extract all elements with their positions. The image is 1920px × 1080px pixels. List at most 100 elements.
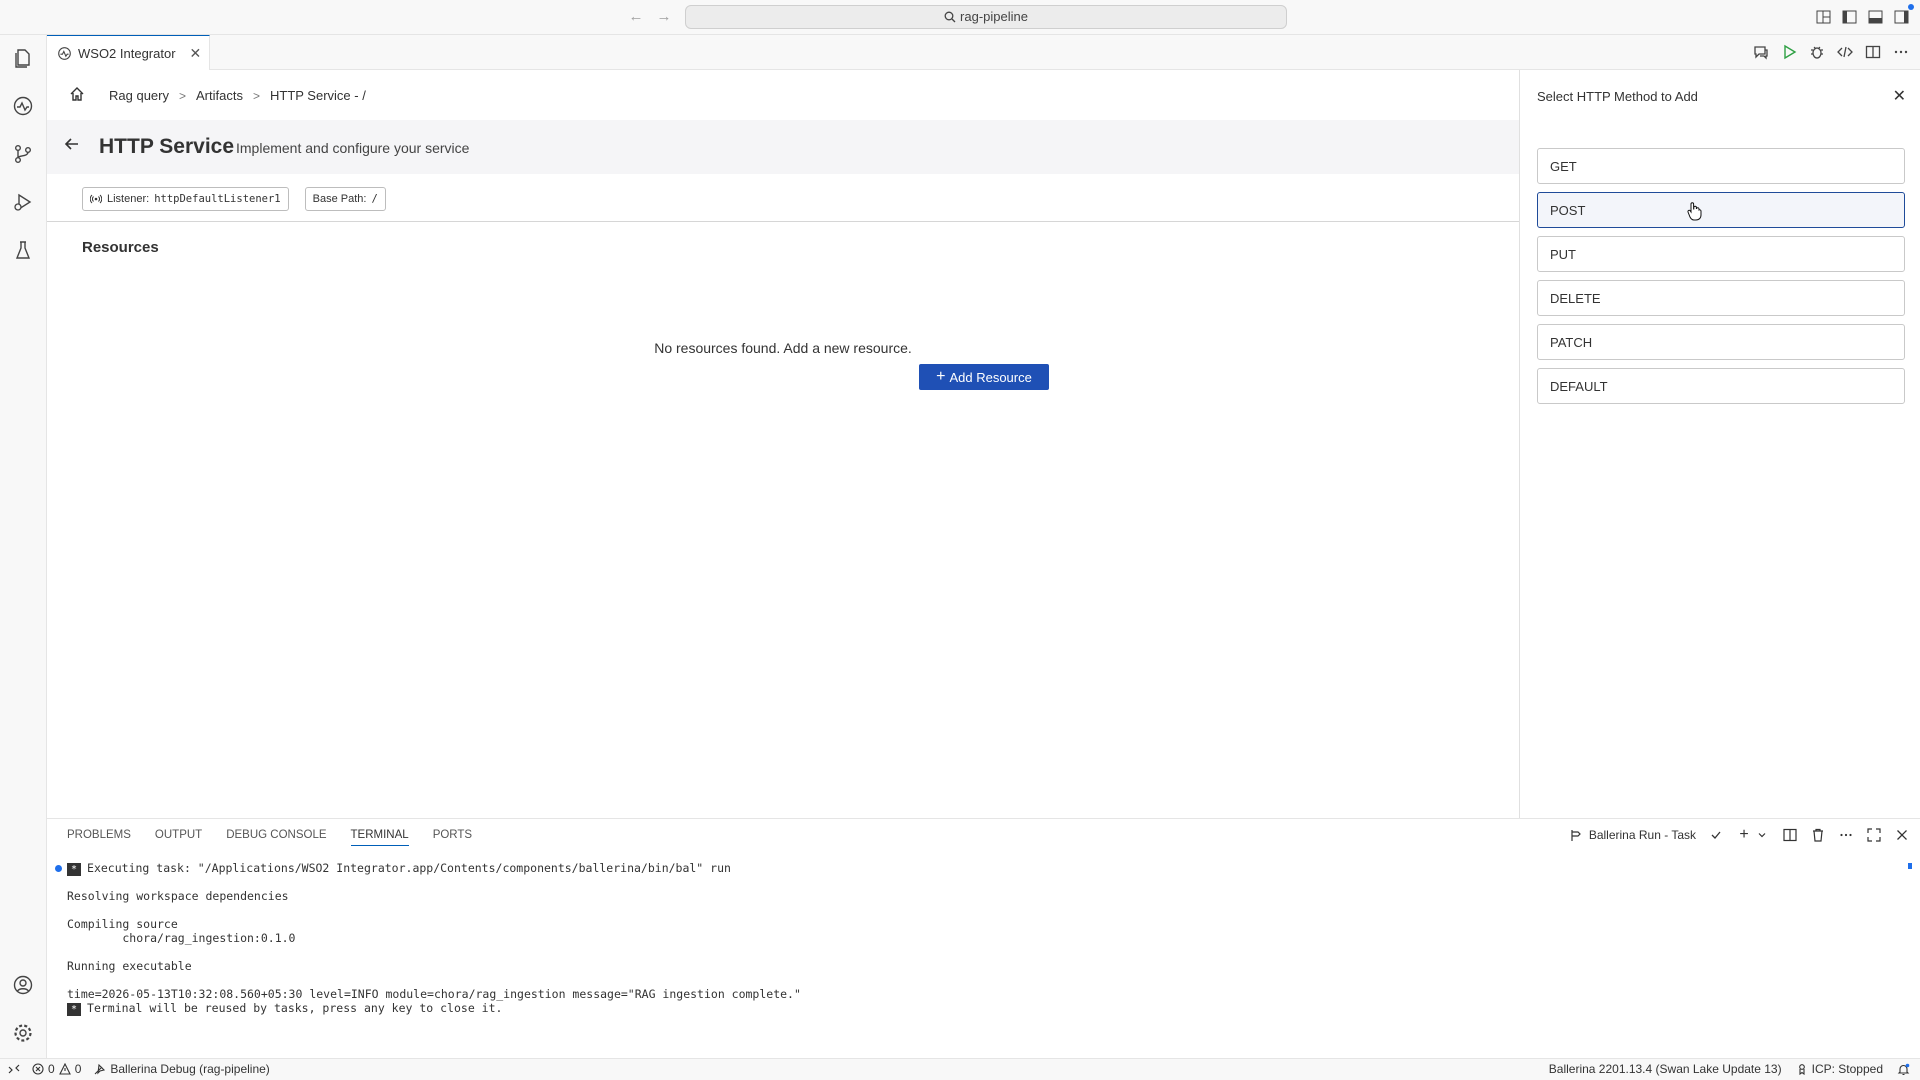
toggle-panel-icon[interactable] bbox=[1866, 8, 1884, 26]
integrator-tab-icon bbox=[58, 46, 71, 60]
toggle-primary-sidebar-icon[interactable] bbox=[1840, 8, 1858, 26]
terminal-line: Running executable bbox=[67, 959, 192, 973]
error-count: 0 bbox=[48, 1062, 55, 1076]
editor-tab-bar: WSO2 Integrator ✕ bbox=[47, 35, 1920, 70]
chevron-right-icon: > bbox=[252, 88, 260, 103]
divider bbox=[47, 221, 1519, 222]
base-path-label: Base Path: bbox=[312, 193, 367, 205]
chevron-down-icon[interactable] bbox=[1754, 827, 1770, 843]
tab-ports[interactable]: PORTS bbox=[433, 829, 472, 846]
terminal-line: Resolving workspace dependencies bbox=[67, 889, 289, 903]
service-header: HTTP Service Implement and configure you… bbox=[47, 120, 1519, 174]
split-terminal-icon[interactable] bbox=[1782, 827, 1798, 843]
method-label: POST bbox=[1550, 202, 1586, 218]
accounts-icon[interactable] bbox=[10, 972, 36, 998]
run-and-debug-icon[interactable] bbox=[10, 189, 36, 215]
integrator-icon[interactable] bbox=[10, 93, 36, 119]
method-patch-button[interactable]: PATCH bbox=[1537, 324, 1905, 360]
problems-status[interactable]: 0 0 bbox=[32, 1062, 81, 1076]
scrollbar-marker bbox=[1908, 863, 1912, 869]
chat-icon[interactable] bbox=[1752, 43, 1770, 61]
breadcrumb-http-service[interactable]: HTTP Service - / bbox=[270, 88, 366, 103]
method-label: DELETE bbox=[1550, 290, 1601, 306]
close-panel-icon[interactable] bbox=[1894, 827, 1910, 843]
hand-pointer-icon bbox=[1687, 202, 1702, 221]
debug-session-label: Ballerina Debug (rag-pipeline) bbox=[110, 1062, 270, 1076]
home-icon[interactable] bbox=[69, 86, 85, 105]
remote-indicator-icon[interactable] bbox=[8, 1063, 20, 1075]
method-post-button[interactable]: POST bbox=[1537, 192, 1905, 228]
breadcrumb-artifacts[interactable]: Artifacts bbox=[196, 88, 243, 103]
more-actions-icon[interactable] bbox=[1892, 43, 1910, 61]
explorer-icon[interactable] bbox=[10, 45, 36, 71]
tab-problems[interactable]: PROBLEMS bbox=[67, 829, 131, 846]
listener-value: httpDefaultListener1 bbox=[154, 193, 281, 205]
method-put-button[interactable]: PUT bbox=[1537, 236, 1905, 272]
toggle-secondary-sidebar-icon[interactable] bbox=[1892, 8, 1910, 26]
command-center-search[interactable]: rag-pipeline bbox=[685, 5, 1287, 29]
close-icon[interactable]: ✕ bbox=[1893, 86, 1906, 106]
back-arrow-icon[interactable] bbox=[63, 135, 83, 155]
method-get-button[interactable]: GET bbox=[1537, 148, 1905, 184]
terminal-line: Terminal will be reused by tasks, press … bbox=[87, 1001, 503, 1015]
forward-arrow-icon[interactable]: → bbox=[654, 8, 674, 26]
listener-icon bbox=[90, 194, 102, 204]
tab-terminal[interactable]: TERMINAL bbox=[350, 829, 409, 846]
terminal-task-selector[interactable]: Ballerina Run - Task bbox=[1589, 828, 1696, 842]
terminal-output[interactable]: * Executing task: "/Applications/WSO2 Int… bbox=[67, 861, 801, 1016]
check-icon bbox=[1708, 827, 1724, 843]
task-star-icon: * bbox=[67, 1003, 82, 1016]
maximize-panel-icon[interactable] bbox=[1866, 827, 1882, 843]
source-control-icon[interactable] bbox=[10, 141, 36, 167]
method-delete-button[interactable]: DELETE bbox=[1537, 280, 1905, 316]
debug-icon[interactable] bbox=[1808, 43, 1826, 61]
error-icon bbox=[32, 1063, 44, 1075]
search-icon bbox=[944, 11, 956, 23]
run-icon[interactable] bbox=[1780, 43, 1798, 61]
testing-icon[interactable] bbox=[10, 237, 36, 263]
warning-count: 0 bbox=[74, 1062, 82, 1076]
terminal-line: chora/rag_ingestion:0.1.0 bbox=[67, 931, 296, 945]
trash-icon[interactable] bbox=[1810, 827, 1826, 843]
tab-debug-console[interactable]: DEBUG CONSOLE bbox=[226, 829, 326, 846]
warning-icon bbox=[58, 1063, 71, 1075]
icp-icon bbox=[1798, 1064, 1805, 1075]
plus-icon: + bbox=[936, 368, 946, 385]
bottom-panel: PROBLEMS OUTPUT DEBUG CONSOLE TERMINAL P… bbox=[47, 818, 1920, 1058]
terminal-line: time=2026-05-13T10:32:08.560+05:30 level… bbox=[67, 987, 801, 1001]
new-terminal-plus-icon[interactable]: + bbox=[1736, 826, 1752, 843]
breadcrumb: Rag query > Artifacts > HTTP Service - / bbox=[69, 86, 366, 105]
terminal-line: Compiling source bbox=[67, 917, 178, 931]
chevron-right-icon: > bbox=[178, 88, 186, 103]
more-actions-icon[interactable] bbox=[1838, 827, 1854, 843]
resources-heading: Resources bbox=[82, 239, 159, 256]
customize-layout-icon[interactable] bbox=[1814, 8, 1832, 26]
tab-close-icon[interactable]: ✕ bbox=[190, 45, 202, 62]
notifications-bell-icon[interactable] bbox=[1897, 1063, 1910, 1076]
breadcrumb-rag-query[interactable]: Rag query bbox=[109, 88, 169, 103]
activity-bar bbox=[0, 35, 47, 1058]
tab-wso2-integrator[interactable]: WSO2 Integrator ✕ bbox=[47, 35, 210, 70]
page-subtitle: Implement and configure your service bbox=[236, 140, 470, 156]
debug-session-status[interactable]: Ballerina Debug (rag-pipeline) bbox=[93, 1062, 270, 1076]
icp-status-label: ICP: Stopped bbox=[1811, 1062, 1883, 1076]
show-source-icon[interactable] bbox=[1836, 43, 1854, 61]
panel-title: Select HTTP Method to Add bbox=[1537, 89, 1698, 104]
add-resource-label: Add Resource bbox=[949, 369, 1032, 385]
method-label: GET bbox=[1550, 158, 1577, 174]
listener-chip[interactable]: Listener: httpDefaultListener1 bbox=[82, 187, 289, 211]
base-path-chip[interactable]: Base Path: / bbox=[304, 187, 386, 211]
icp-status[interactable]: ICP: Stopped bbox=[1796, 1062, 1883, 1076]
method-default-button[interactable]: DEFAULT bbox=[1537, 368, 1905, 404]
split-editor-icon[interactable] bbox=[1864, 43, 1882, 61]
empty-state-message: No resources found. Add a new resource. bbox=[654, 340, 912, 356]
status-bar: 0 0 Ballerina Debug (rag-pipeline) Balle… bbox=[0, 1058, 1920, 1080]
task-tool-icon bbox=[1569, 827, 1585, 843]
ballerina-version-status[interactable]: Ballerina 2201.13.4 (Swan Lake Update 13… bbox=[1549, 1062, 1782, 1076]
select-http-method-panel: Select HTTP Method to Add ✕ GET POST PUT… bbox=[1519, 70, 1920, 818]
manage-gear-icon[interactable] bbox=[10, 1020, 36, 1046]
tab-output[interactable]: OUTPUT bbox=[155, 829, 202, 846]
title-bar: ← → rag-pipeline bbox=[0, 0, 1920, 35]
back-arrow-icon[interactable]: ← bbox=[626, 8, 646, 26]
add-resource-button[interactable]: + Add Resource bbox=[919, 364, 1049, 390]
